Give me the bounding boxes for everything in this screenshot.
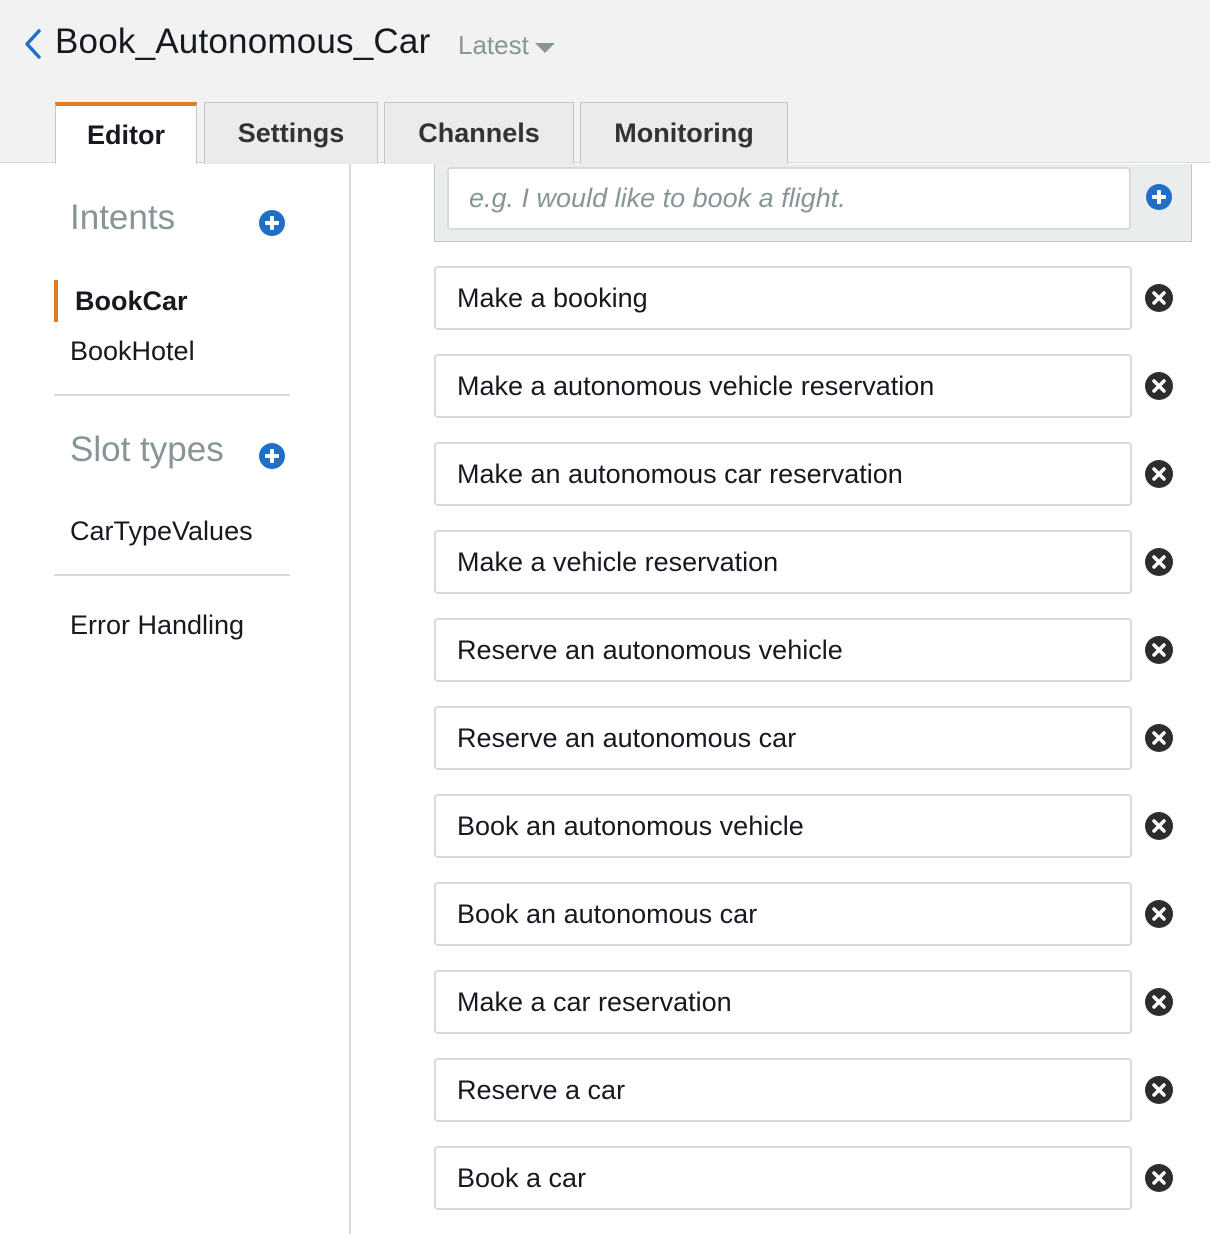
utterance-row: Reserve an autonomous car [434, 706, 1194, 770]
utterance-field[interactable]: Book an autonomous car [434, 882, 1132, 946]
active-intent-indicator [54, 280, 58, 322]
sidebar-item-cartypevalues[interactable]: CarTypeValues [70, 516, 253, 547]
remove-utterance-icon[interactable] [1144, 811, 1174, 841]
bot-title: Book_Autonomous_Car [55, 22, 431, 61]
chevron-left-icon[interactable] [18, 26, 48, 62]
utterance-field[interactable]: Reserve an autonomous car [434, 706, 1132, 770]
add-slot-type-icon[interactable] [258, 442, 286, 470]
utterance-row: Book an autonomous vehicle [434, 794, 1194, 858]
remove-utterance-icon[interactable] [1144, 987, 1174, 1017]
remove-utterance-icon[interactable] [1144, 547, 1174, 577]
remove-utterance-icon[interactable] [1144, 459, 1174, 489]
utterance-row: Reserve a car [434, 1058, 1194, 1122]
utterance-field[interactable]: Book an autonomous vehicle [434, 794, 1132, 858]
utterance-field[interactable]: Reserve a car [434, 1058, 1132, 1122]
utterance-field[interactable]: Make a car reservation [434, 970, 1132, 1034]
caret-down-icon [534, 42, 555, 53]
tab-settings[interactable]: Settings [204, 102, 378, 164]
utterance-row: Book an autonomous car [434, 882, 1194, 946]
remove-utterance-icon[interactable] [1144, 1075, 1174, 1105]
remove-utterance-icon[interactable] [1144, 723, 1174, 753]
sidebar-divider [54, 394, 290, 396]
sidebar: Intents BookCar BookHotel Slot types Car… [0, 164, 351, 1234]
remove-utterance-icon[interactable] [1144, 1163, 1174, 1193]
new-utterance-input[interactable] [447, 167, 1131, 230]
remove-utterance-icon[interactable] [1144, 635, 1174, 665]
utterance-field[interactable]: Make a booking [434, 266, 1132, 330]
sidebar-item-bookcar[interactable]: BookCar [75, 286, 188, 317]
tab-channels[interactable]: Channels [384, 102, 574, 164]
add-utterance-icon[interactable] [1145, 183, 1173, 211]
utterance-field[interactable]: Book a car [434, 1146, 1132, 1210]
remove-utterance-icon[interactable] [1144, 283, 1174, 313]
sidebar-item-bookhotel[interactable]: BookHotel [70, 336, 195, 367]
utterance-field[interactable]: Reserve an autonomous vehicle [434, 618, 1132, 682]
add-intent-icon[interactable] [258, 209, 286, 237]
utterance-field[interactable]: Make an autonomous car reservation [434, 442, 1132, 506]
version-dropdown[interactable]: Latest [458, 30, 555, 61]
utterance-row: Make a booking [434, 266, 1194, 330]
tab-editor[interactable]: Editor [55, 102, 197, 164]
utterance-row: Make a car reservation [434, 970, 1194, 1034]
page-header: Book_Autonomous_Car Latest Editor Settin… [0, 0, 1210, 164]
utterance-row: Make a autonomous vehicle reservation [434, 354, 1194, 418]
slot-types-heading: Slot types [70, 430, 224, 469]
intents-heading: Intents [70, 198, 176, 237]
new-utterance-panel [434, 164, 1192, 242]
remove-utterance-icon[interactable] [1144, 371, 1174, 401]
utterance-row: Make a vehicle reservation [434, 530, 1194, 594]
tab-monitoring[interactable]: Monitoring [580, 102, 788, 164]
utterance-field[interactable]: Make a vehicle reservation [434, 530, 1132, 594]
utterance-row: Make an autonomous car reservation [434, 442, 1194, 506]
utterance-row: Reserve an autonomous vehicle [434, 618, 1194, 682]
version-label: Latest [458, 30, 529, 60]
utterance-field[interactable]: Make a autonomous vehicle reservation [434, 354, 1132, 418]
utterance-row: Book a car [434, 1146, 1194, 1210]
sidebar-item-error-handling[interactable]: Error Handling [70, 610, 244, 641]
remove-utterance-icon[interactable] [1144, 899, 1174, 929]
sidebar-divider [54, 574, 290, 576]
